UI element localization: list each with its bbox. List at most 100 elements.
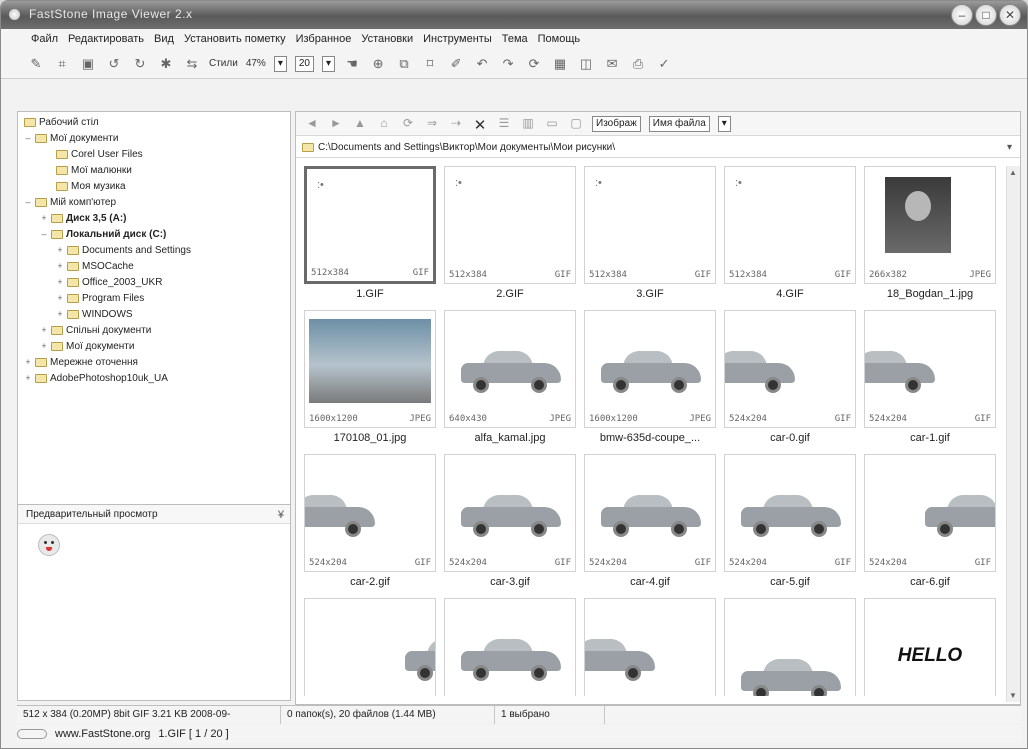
zoom-in-icon[interactable]: ⊕: [369, 55, 387, 73]
redo-icon[interactable]: ↷: [499, 55, 517, 73]
copy-to-icon[interactable]: ⇒: [424, 116, 440, 132]
thumbnail-frame[interactable]: :• 512x384 GIF: [724, 166, 856, 284]
expand-icon[interactable]: +: [56, 245, 64, 255]
sort-order-icon[interactable]: ▾: [717, 115, 731, 132]
count-field[interactable]: 20: [294, 55, 314, 72]
menu-help[interactable]: Помощь: [538, 33, 581, 45]
thumbnail-frame[interactable]: :• 512x384 GIF: [584, 166, 716, 284]
thumbnail-view-icon[interactable]: ▢: [568, 116, 584, 132]
menu-settings[interactable]: Установки: [361, 33, 413, 45]
expand-icon[interactable]: +: [56, 261, 64, 271]
thumbnail-cell[interactable]: 1600x1200 JPEG 170108_01.jpg: [300, 310, 440, 454]
file-name[interactable]: 2.GIF: [440, 288, 580, 300]
thumbnail-cell[interactable]: 524x204 GIF car-3.gif: [440, 454, 580, 598]
expand-icon[interactable]: +: [40, 341, 48, 351]
thumbnail-frame[interactable]: 524x204 GIF: [864, 310, 996, 428]
chevron-down-icon[interactable]: ¥: [278, 505, 284, 525]
thumbnail-frame[interactable]: :• 512x384 GIF: [444, 166, 576, 284]
thumbnail-cell[interactable]: 640x430 JPEG alfa_kamal.jpg: [440, 310, 580, 454]
thumbnail-cell[interactable]: HELLO: [860, 598, 1000, 696]
thumbnail-cell[interactable]: 266x382 JPEG 18_Bogdan_1.jpg: [860, 166, 1000, 310]
maximize-icon[interactable]: □: [975, 4, 997, 26]
thumbnail-cell[interactable]: :• 512x384 GIF 2.GIF: [440, 166, 580, 310]
file-name[interactable]: car-6.gif: [860, 576, 1000, 588]
thumbnail-frame[interactable]: 524x204 GIF: [444, 454, 576, 572]
zoom-dropdown-icon[interactable]: ▾: [273, 55, 287, 72]
paint-icon[interactable]: ✐: [447, 55, 465, 73]
menu-tag[interactable]: Установить пометку: [184, 33, 286, 45]
menu-favorites[interactable]: Избранное: [296, 33, 352, 45]
file-name[interactable]: 18_Bogdan_1.jpg: [860, 288, 1000, 300]
scroll-down-icon[interactable]: ▼: [1009, 691, 1017, 700]
thumbnail-frame[interactable]: 640x430 JPEG: [444, 310, 576, 428]
tree-item-my-docs-2[interactable]: + Мої документи: [40, 338, 134, 354]
thumbnail-frame[interactable]: 524x204 GIF: [864, 454, 996, 572]
collapse-icon[interactable]: –: [24, 197, 32, 207]
rotate-left-icon[interactable]: ↺: [105, 55, 123, 73]
forward-icon[interactable]: ►: [328, 116, 344, 132]
move-to-icon[interactable]: ⇢: [448, 116, 464, 132]
tree-item-photoshop[interactable]: + AdobePhotoshop10uk_UA: [24, 370, 168, 386]
thumbnail-cell[interactable]: 524x204 GIF car-2.gif: [300, 454, 440, 598]
thumbnail-frame[interactable]: [584, 598, 716, 696]
refresh-icon[interactable]: ⟳: [525, 55, 543, 73]
new-folder-icon[interactable]: ▭: [544, 116, 560, 132]
thumbnail-frame[interactable]: 1600x1200 JPEG: [584, 310, 716, 428]
expand-icon[interactable]: +: [56, 293, 64, 303]
close-icon[interactable]: ✕: [999, 4, 1021, 26]
path-text[interactable]: C:\Documents and Settings\Виктор\Мои док…: [318, 142, 615, 153]
expand-icon[interactable]: +: [24, 357, 32, 367]
thumbnail-cell[interactable]: 524x204 GIF car-0.gif: [720, 310, 860, 454]
tree-item-my-computer[interactable]: – Мій комп'ютер: [24, 194, 116, 210]
resize-icon[interactable]: ⇆: [183, 55, 201, 73]
thumbnail-frame[interactable]: [724, 598, 856, 696]
scroll-up-icon[interactable]: ▲: [1009, 168, 1017, 177]
thumbnail-cell[interactable]: [580, 598, 720, 696]
tree-item-windows[interactable]: + WINDOWS: [56, 306, 132, 322]
file-name[interactable]: car-3.gif: [440, 576, 580, 588]
thumbnail-frame[interactable]: 524x204 GIF: [724, 454, 856, 572]
save-icon[interactable]: ▣: [79, 55, 97, 73]
file-name[interactable]: car-1.gif: [860, 432, 1000, 444]
file-name[interactable]: alfa_kamal.jpg: [440, 432, 580, 444]
file-name[interactable]: car-2.gif: [300, 576, 440, 588]
thumbnail-cell[interactable]: 524x204 GIF car-6.gif: [860, 454, 1000, 598]
menu-theme[interactable]: Тема: [502, 33, 528, 45]
site-link[interactable]: www.FastStone.org: [55, 728, 150, 740]
rotate-right-icon[interactable]: ↻: [131, 55, 149, 73]
file-name[interactable]: car-4.gif: [580, 576, 720, 588]
thumbnail-frame[interactable]: 524x204 GIF: [304, 454, 436, 572]
file-name[interactable]: 4.GIF: [720, 288, 860, 300]
menu-file[interactable]: Файл: [31, 33, 58, 45]
thumbnail-frame[interactable]: HELLO: [864, 598, 996, 696]
menu-view[interactable]: Вид: [154, 33, 174, 45]
edit-icon[interactable]: ✎: [27, 55, 45, 73]
menu-edit[interactable]: Редактировать: [68, 33, 144, 45]
tree-item-msocache[interactable]: + MSOCache: [56, 258, 133, 274]
tree-item-my-pictures[interactable]: Мої малюнки: [56, 162, 132, 178]
properties-icon[interactable]: ☰: [496, 116, 512, 132]
slideshow-icon[interactable]: ✱: [157, 55, 175, 73]
copy-icon[interactable]: ⧉: [395, 55, 413, 73]
collapse-icon[interactable]: –: [24, 133, 32, 143]
fit-label[interactable]: Стили: [209, 58, 238, 69]
thumbnail-cell[interactable]: :• 512x384 GIF 4.GIF: [720, 166, 860, 310]
path-bar[interactable]: C:\Documents and Settings\Виктор\Мои док…: [296, 138, 1020, 158]
file-name[interactable]: car-5.gif: [720, 576, 860, 588]
tree-item-documents-settings[interactable]: + Documents and Settings: [56, 242, 191, 258]
thumbnail-cell[interactable]: 524x204 GIF car-4.gif: [580, 454, 720, 598]
file-name[interactable]: 170108_01.jpg: [300, 432, 440, 444]
file-name[interactable]: bmw-635d-coupe_...: [580, 432, 720, 444]
tree-item-my-music[interactable]: Моя музика: [56, 178, 126, 194]
thumbnail-frame[interactable]: [304, 598, 436, 696]
file-name[interactable]: 3.GIF: [580, 288, 720, 300]
expand-icon[interactable]: +: [56, 277, 64, 287]
email-icon[interactable]: ✉: [603, 55, 621, 73]
thumbnail-cell[interactable]: 1600x1200 JPEG bmw-635d-coupe_...: [580, 310, 720, 454]
thumbnail-frame[interactable]: 524x204 GIF: [584, 454, 716, 572]
thumbnail-frame[interactable]: 524x204 GIF: [724, 310, 856, 428]
home-icon[interactable]: ⌂: [376, 116, 392, 132]
thumbnail-cell[interactable]: [300, 598, 440, 696]
vertical-scrollbar[interactable]: ▲ ▼: [1006, 166, 1020, 702]
thumbnail-cell[interactable]: [720, 598, 860, 696]
